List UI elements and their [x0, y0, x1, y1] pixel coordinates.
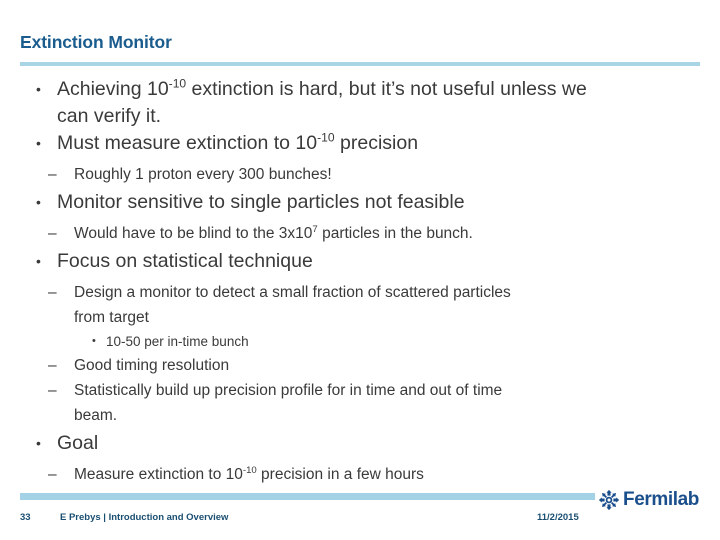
sub-bullet-text: from target: [74, 309, 149, 326]
bullet-glyph-level3: •: [92, 335, 96, 347]
bullet-text: Goal: [57, 432, 99, 454]
title-divider: [20, 62, 700, 66]
sub-bullet-item: – Statistically build up precision profi…: [0, 378, 720, 403]
bullet-glyph-level1: •: [36, 435, 41, 451]
bullet-item: • Monitor sensitive to single particles …: [0, 189, 720, 216]
footer-attribution: E Prebys | Introduction and Overview: [60, 512, 229, 523]
text-run: Would have to be blind to the 3x10: [74, 225, 313, 242]
sub-bullet-text: beam.: [74, 407, 118, 424]
bullet-text: Monitor sensitive to single particles no…: [57, 191, 465, 213]
footer-divider: [20, 493, 595, 500]
bullet-glyph-level1: •: [36, 194, 41, 210]
bullet-glyph-level2: –: [48, 225, 57, 242]
text-run: Achieving 10: [57, 78, 169, 100]
superscript: -10: [168, 76, 187, 91]
bullet-item: • Goal: [0, 430, 720, 457]
text-run: Must measure extinction to 10: [57, 132, 318, 154]
fermilab-logo: Fermilab: [598, 487, 708, 513]
bullet-glyph-level2: –: [48, 166, 57, 183]
bullet-item: • Achieving 10-10 extinction is hard, bu…: [0, 76, 720, 103]
superscript: -10: [317, 130, 335, 145]
sub-sub-bullet-item: • 10-50 per in-time bunch: [0, 330, 720, 353]
bullet-text: Must measure extinction to 10-10 precisi…: [57, 130, 418, 157]
bullet-glyph-level1: •: [36, 135, 41, 151]
sub-bullet-text: Measure extinction to 10-10 precision in…: [74, 462, 424, 487]
fermilab-mark-icon: [598, 489, 620, 511]
text-run: extinction is hard, but it’s not useful …: [186, 78, 587, 100]
bullet-glyph-level2: –: [48, 382, 57, 399]
sub-bullet-item: – Measure extinction to 10-10 precision …: [0, 462, 720, 487]
bullet-glyph-level2: –: [48, 284, 57, 301]
sub-sub-bullet-text: 10-50 per in-time bunch: [106, 334, 249, 349]
page-title: Extinction Monitor: [20, 32, 172, 52]
bullet-item-continuation: can verify it.: [0, 103, 720, 130]
fermilab-wordmark: Fermilab: [623, 489, 699, 510]
bullet-glyph-level1: •: [36, 81, 41, 97]
sub-bullet-text: Statistically build up precision profile…: [74, 382, 503, 399]
sub-bullet-item: – Design a monitor to detect a small fra…: [0, 280, 720, 305]
sub-bullet-item-continuation: from target: [0, 305, 720, 330]
sub-bullet-text: Design a monitor to detect a small fract…: [74, 284, 511, 301]
bullet-glyph-level1: •: [36, 253, 41, 269]
bullet-text: Focus on statistical technique: [57, 250, 313, 272]
sub-bullet-item: – Roughly 1 proton every 300 bunches!: [0, 162, 720, 187]
sub-bullet-text: Would have to be blind to the 3x107 part…: [74, 221, 473, 246]
bullet-item: • Focus on statistical technique: [0, 248, 720, 275]
sub-bullet-text: Good timing resolution: [74, 357, 230, 374]
bullet-text: can verify it.: [57, 105, 162, 127]
superscript: -10: [242, 464, 257, 476]
sub-bullet-text: Roughly 1 proton every 300 bunches!: [74, 166, 332, 183]
bullet-glyph-level2: –: [48, 466, 57, 483]
text-run: Measure extinction to 10: [74, 466, 243, 483]
text-run: precision: [334, 132, 419, 154]
footer-date: 11/2/2015: [537, 512, 579, 523]
text-run: particles in the bunch.: [317, 225, 473, 242]
text-run: precision in a few hours: [256, 466, 424, 483]
bullet-glyph-level2: –: [48, 357, 57, 374]
bullet-item: • Must measure extinction to 10-10 preci…: [0, 130, 720, 157]
bullet-text: Achieving 10-10 extinction is hard, but …: [57, 76, 587, 103]
sub-bullet-item: – Would have to be blind to the 3x107 pa…: [0, 221, 720, 246]
sub-bullet-item-continuation: beam.: [0, 403, 720, 428]
slide-body: • Achieving 10-10 extinction is hard, bu…: [0, 76, 720, 487]
page-number: 33: [20, 512, 31, 523]
slide: Extinction Monitor • Achieving 10-10 ext…: [0, 0, 720, 540]
sub-bullet-item: – Good timing resolution: [0, 353, 720, 378]
